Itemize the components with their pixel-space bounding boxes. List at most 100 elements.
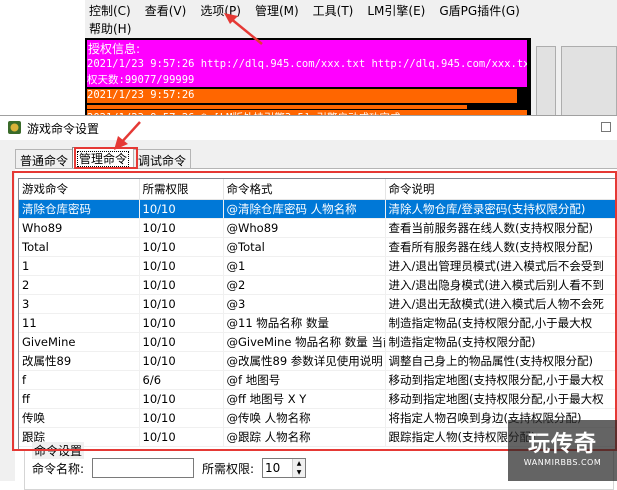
table-cell: 调整自己身上的物品属性(支持权限分配) <box>385 351 616 371</box>
table-cell: 2 <box>19 275 140 295</box>
menu-item[interactable]: 控制(C) <box>89 2 131 19</box>
table-cell: 查看当前服务器在线人数(支持权限分配) <box>385 218 616 238</box>
spinner-arrows-icon[interactable]: ▲ ▼ <box>292 459 305 477</box>
table-cell: 传唤 <box>19 408 140 428</box>
permission-value: 10 <box>265 461 281 475</box>
menu-item[interactable]: LM引擎(E) <box>367 2 425 19</box>
table-cell: 10/10 <box>139 275 224 295</box>
table-cell: 6/6 <box>139 370 224 390</box>
table-cell: 10/10 <box>139 294 224 314</box>
table-row[interactable]: ff 10/10 @ff 地图号 X Y 移动到指定地图(支持权限分配,小于最大权 <box>19 389 616 409</box>
table-cell: 10/10 <box>139 256 224 276</box>
table-row[interactable]: 11 10/10 @11 物品名称 数量 制造指定物品(支持权限分配,小于最大权 <box>19 313 616 333</box>
table-cell: 清除人物仓库/登录密码(支持权限分配) <box>385 199 616 219</box>
menu-item[interactable]: 管理(M) <box>255 2 299 19</box>
side-panel <box>531 20 617 126</box>
table-cell: 10/10 <box>139 427 224 447</box>
menu-item[interactable]: G盾PG插件(G) <box>439 2 520 19</box>
table-cell: @Total <box>223 237 386 257</box>
table-cell: 10/10 <box>139 389 224 409</box>
table-row[interactable]: Total 10/10 @Total 查看所有服务器在线人数(支持权限分配) <box>19 237 616 257</box>
table-cell: 3 <box>19 294 140 314</box>
table-cell: 进入/退出无敌模式(进入模式后人物不会死 <box>385 294 616 314</box>
group-label: 命令设置 <box>32 442 85 459</box>
table-cell: @GiveMine 物品名称 数量 当前 <box>223 332 386 352</box>
log-line: 2021/1/23 9:57:26 <box>87 89 517 103</box>
log-panel: 授权信息: 2021/1/23 9:57:26 http://dlq.945.c… <box>85 38 531 118</box>
dialog-titlebar: 游戏命令设置 <box>0 116 617 140</box>
table-cell: 制造指定物品(支持权限分配,小于最大权 <box>385 313 616 333</box>
log-line: 授权信息: <box>87 40 527 56</box>
table-row[interactable]: Who89 10/10 @Who89 查看当前服务器在线人数(支持权限分配) <box>19 218 616 238</box>
column-header-format[interactable]: 命令格式 <box>223 179 386 200</box>
table-cell: ff <box>19 389 140 409</box>
permission-label: 所需权限: <box>202 462 255 476</box>
menu-row-2: 帮助(H) <box>89 20 131 37</box>
table-row[interactable]: 改属性89 10/10 @改属性89 参数详见使用说明 调整自己身上的物品属性(支持权… <box>19 351 616 371</box>
table-cell: 10/10 <box>139 218 224 238</box>
table-cell: 10/10 <box>139 332 224 352</box>
watermark-url: WANMIRBBS.COM <box>523 458 602 467</box>
table-cell: @1 <box>223 256 386 276</box>
table-row[interactable]: 1 10/10 @1 进入/退出管理员模式(进入模式后不会受到 <box>19 256 616 276</box>
table-cell: GiveMine <box>19 332 140 352</box>
side-button[interactable] <box>536 46 556 126</box>
table-cell: @改属性89 参数详见使用说明 <box>223 351 386 371</box>
menu-row-1: 控制(C) 查看(V) 选项(P) 管理(M) 工具(T) LM引擎(E) G盾PG插件(G… <box>89 2 520 19</box>
table-cell: 移动到指定地图(支持权限分配,小于最大权 <box>385 389 616 409</box>
tab-debug-commands[interactable]: 调试命令 <box>133 149 192 168</box>
menu-item[interactable]: 工具(T) <box>313 2 354 19</box>
maximize-icon[interactable] <box>601 122 611 132</box>
table-row[interactable]: 3 10/10 @3 进入/退出无敌模式(进入模式后人物不会死 <box>19 294 616 314</box>
column-header-description[interactable]: 命令说明 <box>385 179 616 200</box>
app-icon <box>8 121 21 134</box>
table-cell: @跟踪 人物名称 <box>223 427 386 447</box>
table-row[interactable]: f 6/6 @f 地图号 移动到指定地图(支持权限分配,小于最大权 <box>19 370 616 390</box>
table-cell: @传唤 人物名称 <box>223 408 386 428</box>
table-cell: 进入/退出管理员模式(进入模式后不会受到 <box>385 256 616 276</box>
table-row[interactable]: 2 10/10 @2 进入/退出隐身模式(进入模式后别人看不到 <box>19 275 616 295</box>
table-cell: 查看所有服务器在线人数(支持权限分配) <box>385 237 616 257</box>
table-row[interactable]: 清除仓库密码 10/10 @清除仓库密码 人物名称 清除人物仓库/登录密码(支持权限分… <box>19 199 616 219</box>
table-cell: 改属性89 <box>19 351 140 371</box>
table-cell: @3 <box>223 294 386 314</box>
table-cell: 11 <box>19 313 140 333</box>
permission-spinner[interactable]: 10 ▲ ▼ <box>262 458 306 478</box>
table-cell: @2 <box>223 275 386 295</box>
table-cell: 进入/退出隐身模式(进入模式后别人看不到 <box>385 275 616 295</box>
table-cell: 制造指定物品(支持权限分配) <box>385 332 616 352</box>
command-name-label: 命令名称: <box>32 462 85 476</box>
tab-bar: 普通命令 管理命令 调试命令 <box>15 147 192 169</box>
table-cell: 移动到指定地图(支持权限分配,小于最大权 <box>385 370 616 390</box>
menu-item[interactable]: 选项(P) <box>200 2 241 19</box>
table-cell: Who89 <box>19 218 140 238</box>
command-name-input[interactable] <box>92 458 194 478</box>
table-cell: @11 物品名称 数量 <box>223 313 386 333</box>
log-line: 2021/1/23 9:57:26 http://dlq.945.com/xxx… <box>87 56 527 72</box>
table-row[interactable]: GiveMine 10/10 @GiveMine 物品名称 数量 当前 制造指定物品(… <box>19 332 616 352</box>
column-header-permission[interactable]: 所需权限 <box>139 179 224 200</box>
side-button[interactable] <box>561 46 617 126</box>
table-cell: Total <box>19 237 140 257</box>
log-line: 权天数:99077/99999 <box>87 72 527 87</box>
table-cell: 10/10 <box>139 408 224 428</box>
command-table: 游戏命令 所需权限 命令格式 命令说明 清除仓库密码 10/10 @清除仓库密码 人… <box>19 179 616 447</box>
column-header-command[interactable]: 游戏命令 <box>19 179 140 200</box>
dialog-title: 游戏命令设置 <box>27 122 100 136</box>
log-highlight-bar <box>87 105 467 109</box>
table-cell: 10/10 <box>139 351 224 371</box>
table-cell: 1 <box>19 256 140 276</box>
menu-item[interactable]: 帮助(H) <box>89 20 131 37</box>
tab-admin-commands[interactable]: 管理命令 <box>72 147 135 168</box>
table-cell: @Who89 <box>223 218 386 238</box>
table-cell: @f 地图号 <box>223 370 386 390</box>
table-cell: @清除仓库密码 人物名称 <box>223 199 386 219</box>
table-cell: @ff 地图号 X Y <box>223 389 386 409</box>
table-cell: 清除仓库密码 <box>19 199 140 219</box>
desktop-background <box>0 0 85 120</box>
menu-item[interactable]: 查看(V) <box>145 2 187 19</box>
command-list[interactable]: 游戏命令 所需权限 命令格式 命令说明 清除仓库密码 10/10 @清除仓库密码 人… <box>18 178 617 450</box>
tab-normal-commands[interactable]: 普通命令 <box>15 149 74 168</box>
table-cell: 10/10 <box>139 237 224 257</box>
table-header: 游戏命令 所需权限 命令格式 命令说明 <box>19 179 616 200</box>
